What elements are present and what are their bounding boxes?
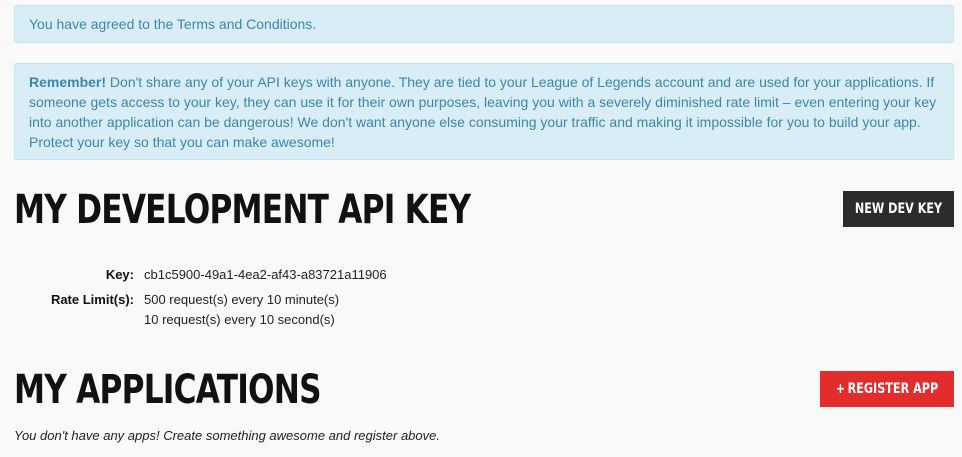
rate-limit-values: 500 request(s) every 10 minute(s) 10 req… <box>144 290 339 330</box>
key-value[interactable]: cb1c5900-49a1-4ea2-af43-a83721a11906 <box>144 265 387 285</box>
api-dashboard: You have agreed to the Terms and Conditi… <box>0 0 962 457</box>
terms-agreed-text: You have agreed to the Terms and Conditi… <box>29 16 317 32</box>
applications-title: MY APPLICATIONS <box>14 367 322 413</box>
rate-limit-label: Rate Limit(s): <box>50 292 134 307</box>
rate-limit-row: Rate Limit(s): 500 request(s) every 10 m… <box>0 290 600 330</box>
dev-key-title: MY DEVELOPMENT API KEY <box>14 187 471 233</box>
remember-label: Remember! <box>29 74 107 90</box>
api-key-warning-alert: Remember! Don't share any of your API ke… <box>14 63 954 160</box>
remember-text: Don't share any of your API keys with an… <box>29 74 937 150</box>
new-dev-key-button[interactable]: NEW DEV KEY <box>843 191 954 227</box>
register-app-label: REGISTER APP <box>847 381 939 397</box>
register-app-button[interactable]: + REGISTER APP <box>820 371 954 407</box>
new-dev-key-label: NEW DEV KEY <box>854 201 943 217</box>
api-key-row: Key: cb1c5900-49a1-4ea2-af43-a83721a1190… <box>0 265 600 285</box>
terms-agreed-alert: You have agreed to the Terms and Conditi… <box>14 5 954 43</box>
rate-limit-item: 10 request(s) every 10 second(s) <box>144 312 335 327</box>
rate-limit-item: 500 request(s) every 10 minute(s) <box>144 292 340 307</box>
key-label: Key: <box>105 267 134 282</box>
no-apps-message: You don't have any apps! Create somethin… <box>14 428 440 443</box>
plus-icon: + <box>835 381 846 397</box>
